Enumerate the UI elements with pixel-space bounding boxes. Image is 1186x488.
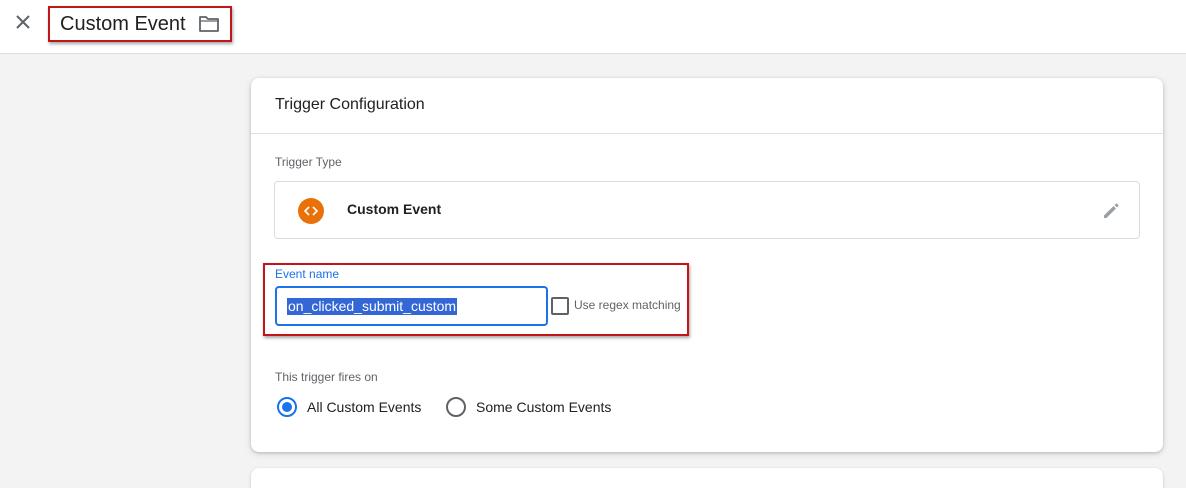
radio-some-custom-events-label[interactable]: Some Custom Events	[476, 399, 611, 415]
radio-some-custom-events[interactable]	[446, 397, 466, 417]
next-card	[251, 468, 1163, 488]
custom-event-code-icon	[298, 198, 324, 224]
title-annotation-box: Custom Event	[48, 6, 232, 42]
card-header: Trigger Configuration	[251, 78, 1163, 134]
event-name-value: on_clicked_submit_custom	[287, 297, 458, 315]
event-name-annotation-box: Event name on_clicked_submit_custom Use …	[263, 263, 689, 336]
fires-on-label: This trigger fires on	[275, 370, 378, 384]
regex-checkbox-label[interactable]: Use regex matching	[574, 298, 681, 312]
folder-icon	[199, 16, 219, 32]
radio-all-custom-events-label[interactable]: All Custom Events	[307, 399, 421, 415]
trigger-type-name: Custom Event	[347, 201, 442, 217]
regex-checkbox[interactable]	[551, 297, 569, 315]
top-bar: Custom Event	[0, 0, 1186, 54]
folder-button[interactable]	[198, 14, 220, 34]
card-title: Trigger Configuration	[275, 96, 425, 113]
event-name-input[interactable]: on_clicked_submit_custom	[275, 286, 548, 326]
pencil-icon	[1104, 203, 1119, 218]
close-button[interactable]	[10, 9, 36, 35]
event-name-label: Event name	[275, 267, 340, 281]
edit-trigger-type-button[interactable]	[1101, 201, 1121, 221]
trigger-type-label: Trigger Type	[275, 155, 342, 169]
trigger-type-selector[interactable]: Custom Event	[274, 181, 1140, 239]
page-title[interactable]: Custom Event	[60, 13, 186, 36]
radio-all-custom-events[interactable]	[277, 397, 297, 417]
close-icon	[16, 15, 30, 29]
